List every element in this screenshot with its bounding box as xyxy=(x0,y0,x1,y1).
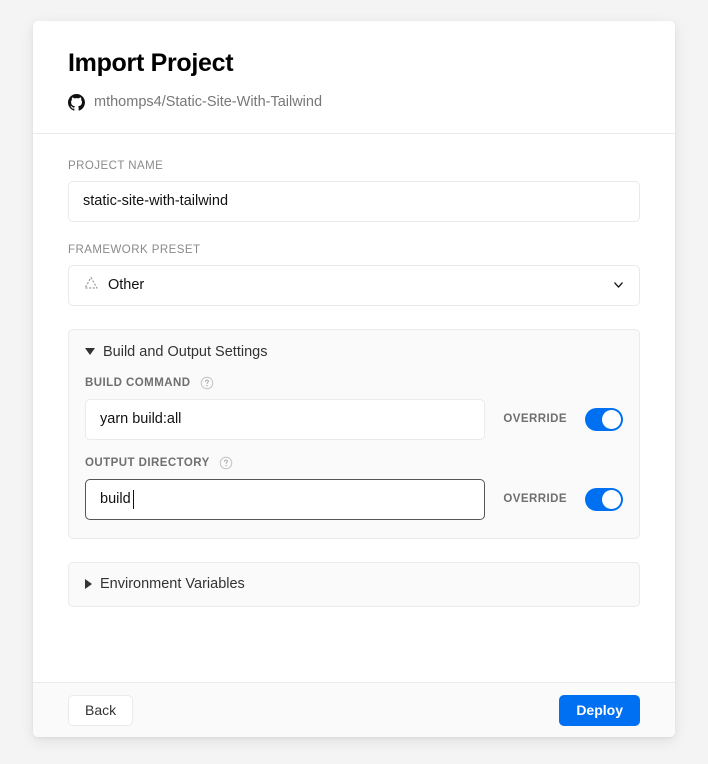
text-cursor xyxy=(133,489,134,509)
triangle-right-icon xyxy=(85,579,92,590)
framework-preset-value: Other xyxy=(108,277,145,294)
build-output-settings-body: BUILD COMMAND OVERRIDE xyxy=(69,360,639,538)
output-directory-row: OVERRIDE xyxy=(85,478,623,520)
output-directory-input[interactable] xyxy=(85,478,486,520)
framework-preset-select[interactable]: Other xyxy=(68,264,640,306)
project-name-label: PROJECT NAME xyxy=(68,159,164,172)
framework-preset-label: FRAMEWORK PRESET xyxy=(68,243,201,256)
environment-variables-panel: Environment Variables xyxy=(68,561,640,607)
question-circle-icon[interactable] xyxy=(219,456,233,470)
build-command-row: OVERRIDE xyxy=(85,398,623,440)
output-directory-label-row: OUTPUT DIRECTORY xyxy=(85,456,623,470)
triangle-down-icon xyxy=(85,348,95,356)
triangle-outline-icon xyxy=(83,275,108,296)
build-output-settings-title: Build and Output Settings xyxy=(103,343,268,360)
toggle-knob xyxy=(602,489,621,509)
card-header: Import Project mthomps4/Static-Site-With… xyxy=(33,21,675,134)
build-command-label-row: BUILD COMMAND xyxy=(85,376,623,390)
card-footer: Back Deploy xyxy=(33,682,675,737)
card-body: PROJECT NAME FRAMEWORK PRESET Other xyxy=(33,134,675,682)
import-project-card: Import Project mthomps4/Static-Site-With… xyxy=(33,21,675,737)
output-directory-label: OUTPUT DIRECTORY xyxy=(85,456,210,469)
environment-variables-toggle[interactable]: Environment Variables xyxy=(69,563,639,606)
repository-line: mthomps4/Static-Site-With-Tailwind xyxy=(68,93,640,111)
environment-variables-title: Environment Variables xyxy=(100,576,245,593)
github-icon xyxy=(68,93,85,111)
output-directory-input-wrap xyxy=(85,478,486,520)
question-circle-icon[interactable] xyxy=(200,376,214,390)
build-command-override-toggle[interactable] xyxy=(585,407,623,431)
build-command-label: BUILD COMMAND xyxy=(85,376,191,389)
project-name-input[interactable] xyxy=(68,180,640,222)
import-project-page: Import Project mthomps4/Static-Site-With… xyxy=(0,0,708,764)
toggle-knob xyxy=(602,409,621,429)
output-directory-override-label: OVERRIDE xyxy=(503,493,567,506)
build-command-override-label: OVERRIDE xyxy=(503,413,567,426)
back-button[interactable]: Back xyxy=(68,694,134,726)
page-title: Import Project xyxy=(68,49,234,77)
deploy-button[interactable]: Deploy xyxy=(559,694,640,726)
build-output-settings-toggle[interactable]: Build and Output Settings xyxy=(69,330,639,360)
build-command-input[interactable] xyxy=(85,398,486,440)
build-output-settings-panel: Build and Output Settings BUILD COMMAND xyxy=(68,328,640,539)
output-directory-override-toggle[interactable] xyxy=(585,487,623,511)
repository-name: mthomps4/Static-Site-With-Tailwind xyxy=(94,94,323,110)
